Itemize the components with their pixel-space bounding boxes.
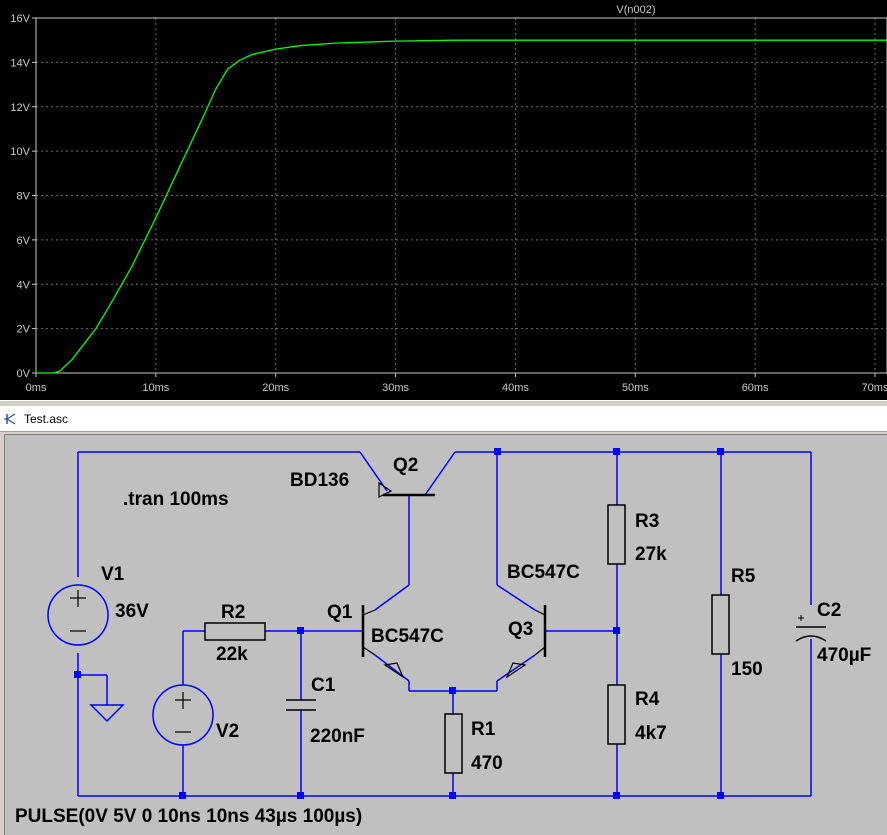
x-tick-label: 40ms — [502, 382, 529, 394]
x-tick-label: 0ms — [26, 382, 47, 394]
y-tick-label: 16V — [10, 13, 30, 25]
pulse-source-spec[interactable]: PULSE(0V 5V 0 10ns 10ns 43µs 100µs) — [15, 806, 362, 827]
legend-trace-label[interactable]: V(n002) — [616, 4, 655, 16]
q2-name-label[interactable]: Q2 — [393, 455, 418, 476]
r4-name-label[interactable]: R4 — [635, 689, 660, 710]
waveform-chart[interactable]: 0V 2V 4V 6V 8V 10V 12V 14V 16V 0ms 10ms 20ms 30ms 40… — [0, 0, 887, 400]
plot-grid — [36, 18, 887, 373]
schematic-titlebar[interactable]: Test.asc — [0, 406, 887, 432]
q1-name-label[interactable]: Q1 — [327, 602, 353, 623]
c1-name-label[interactable]: C1 — [311, 675, 336, 696]
v2-voltage-source[interactable] — [152, 684, 214, 746]
y-tick-label: 8V — [17, 191, 31, 203]
r4-value-label[interactable]: 4k7 — [635, 723, 667, 744]
v1-value-label[interactable]: 36V — [115, 601, 149, 622]
series-line-vn002[interactable] — [36, 39, 887, 374]
r5-resistor[interactable] — [711, 594, 730, 655]
r1-name-label[interactable]: R1 — [471, 719, 496, 740]
sim-directive[interactable]: .tran 100ms — [123, 489, 229, 510]
r3-value-label[interactable]: 27k — [635, 544, 667, 565]
q3-name-label[interactable]: Q3 — [508, 619, 533, 640]
y-axis-ticks: 0V 2V 4V 6V 8V 10V 12V 14V 16V — [10, 13, 36, 380]
y-tick-label: 6V — [17, 235, 31, 247]
v1-voltage-source[interactable] — [47, 584, 109, 646]
x-tick-label: 30ms — [382, 382, 409, 394]
x-tick-label: 70ms — [862, 382, 887, 394]
r1-value-label[interactable]: 470 — [471, 753, 503, 774]
x-tick-label: 60ms — [742, 382, 769, 394]
q3-model-label[interactable]: BC547C — [507, 562, 580, 583]
r2-name-label[interactable]: R2 — [221, 602, 245, 623]
c2-value-label[interactable]: 470µF — [817, 645, 871, 666]
y-tick-label: 10V — [10, 146, 30, 158]
q3-npn-transistor[interactable] — [505, 605, 547, 679]
ground-icon[interactable] — [89, 704, 125, 723]
y-tick-label: 14V — [10, 57, 30, 69]
v1-name-label[interactable]: V1 — [101, 564, 125, 585]
r3-name-label[interactable]: R3 — [635, 511, 659, 532]
r5-name-label[interactable]: R5 — [731, 566, 756, 587]
x-tick-label: 10ms — [142, 382, 169, 394]
x-tick-label: 20ms — [262, 382, 289, 394]
y-tick-label: 2V — [17, 324, 31, 336]
c1-capacitor[interactable] — [286, 699, 316, 711]
y-tick-label: 0V — [17, 368, 31, 380]
schematic-window[interactable]: Test.asc .tran 100ms BD136 Q2 V1 36V R2 … — [0, 406, 887, 835]
q2-pnp-transistor[interactable] — [378, 481, 435, 498]
c2-name-label[interactable]: C2 — [817, 600, 841, 621]
r5-value-label[interactable]: 150 — [731, 659, 763, 680]
y-tick-label: 4V — [17, 279, 31, 291]
x-tick-label: 50ms — [622, 382, 649, 394]
r2-resistor[interactable] — [204, 622, 266, 641]
schematic-drawing[interactable]: .tran 100ms BD136 Q2 V1 36V R2 22k Q1 BC… — [5, 435, 887, 835]
schematic-canvas[interactable]: .tran 100ms BD136 Q2 V1 36V R2 22k Q1 BC… — [4, 434, 887, 835]
q1-model-label[interactable]: BC547C — [371, 626, 444, 647]
r4-resistor[interactable] — [607, 684, 626, 745]
waveform-plot-pane[interactable]: 0V 2V 4V 6V 8V 10V 12V 14V 16V 0ms 10ms 20ms 30ms 40… — [0, 0, 887, 400]
y-tick-label: 12V — [10, 102, 30, 114]
v2-name-label[interactable]: V2 — [216, 721, 239, 742]
x-axis-ticks: 0ms 10ms 20ms 30ms 40ms 50ms 60ms 70ms — [26, 373, 887, 394]
r1-resistor[interactable] — [444, 713, 463, 774]
q2-model-label[interactable]: BD136 — [290, 470, 349, 491]
schematic-window-title: Test.asc — [24, 412, 69, 426]
r3-resistor[interactable] — [607, 504, 626, 565]
series-layer — [36, 39, 887, 374]
c1-value-label[interactable]: 220nF — [310, 726, 365, 747]
schematic-transistor-icon — [4, 413, 16, 425]
r2-value-label[interactable]: 22k — [216, 644, 248, 665]
